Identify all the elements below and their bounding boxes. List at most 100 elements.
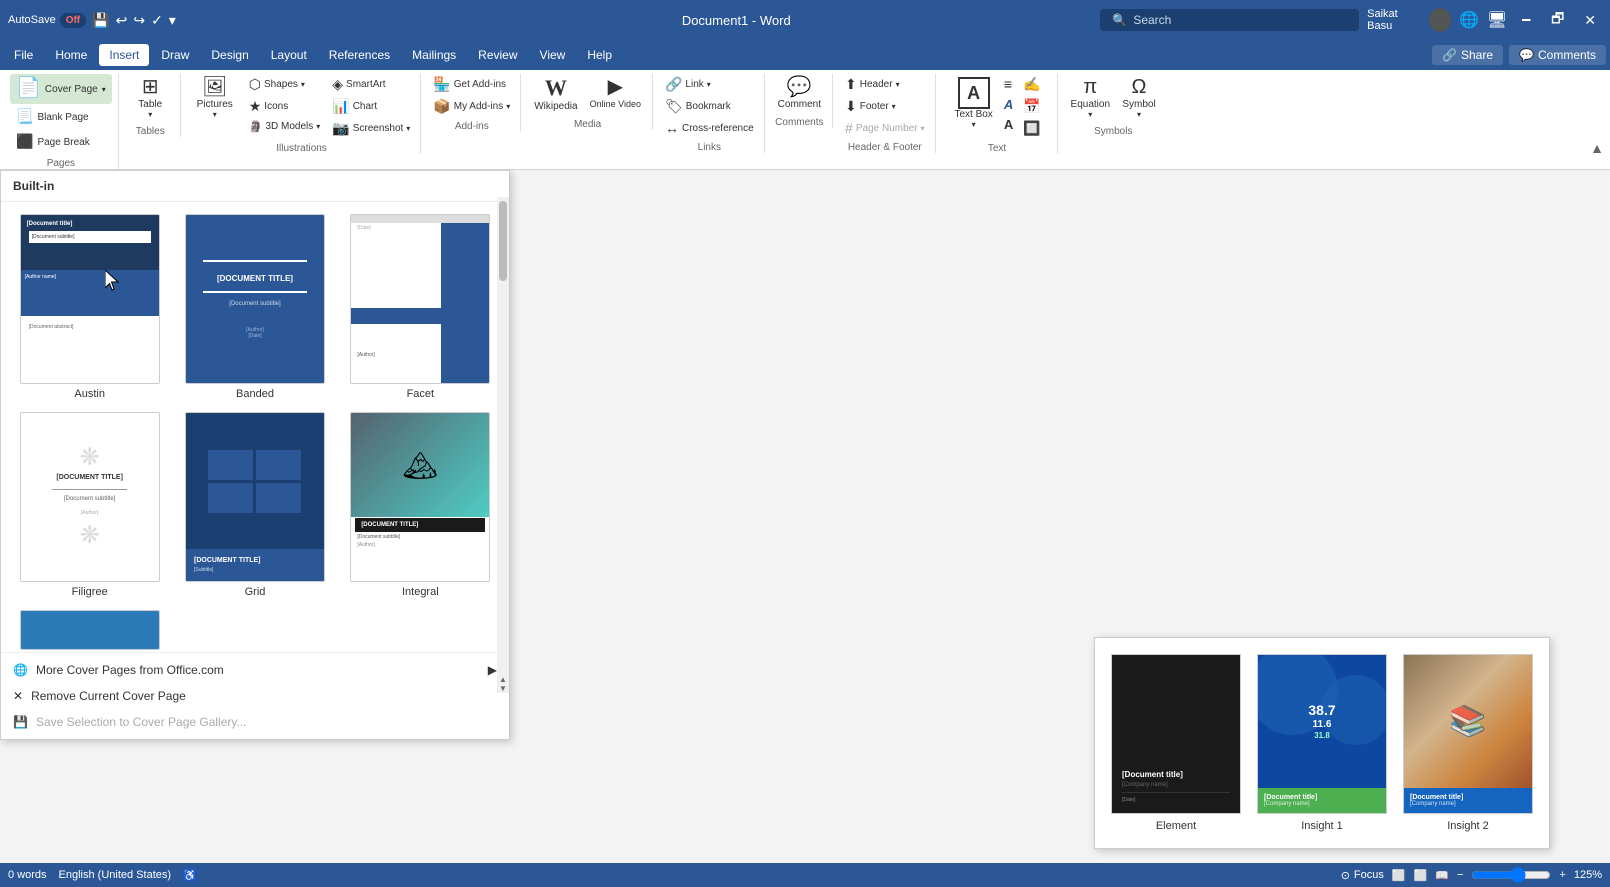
- ribbon-collapse-button[interactable]: ▲: [1588, 138, 1606, 158]
- cover-dropdown-scrollbar[interactable]: ▲ ▼: [497, 197, 509, 693]
- focus-button[interactable]: ⊙ Focus: [1341, 869, 1384, 882]
- scroll-down-icon[interactable]: ▼: [499, 684, 507, 693]
- header-button[interactable]: ⬆ Header ▾: [841, 74, 929, 95]
- zoom-slider[interactable]: [1471, 867, 1551, 883]
- monitor-icon[interactable]: 🖥: [1487, 10, 1507, 30]
- win-minimize[interactable]: 🗕: [1515, 8, 1537, 32]
- globe-icon[interactable]: 🌐: [1459, 10, 1479, 30]
- shapes-button[interactable]: ⬡ Shapes ▾: [245, 74, 325, 95]
- insight-item-insight1[interactable]: 38.7 11.6 31.8 [Document title] [Company…: [1257, 654, 1387, 832]
- table-button[interactable]: ⊞ Table ▾: [128, 74, 172, 122]
- bookmark-button[interactable]: 🏷 Bookmark: [661, 96, 758, 117]
- redo-icon[interactable]: ↪: [133, 12, 145, 29]
- cover-name-banded: Banded: [236, 388, 274, 400]
- more-icon[interactable]: ▾: [169, 12, 176, 29]
- cover-template-filigree[interactable]: ❋ [DOCUMENT TITLE] [Document subtitle] […: [13, 412, 166, 598]
- footer-button[interactable]: ⬇ Footer ▾: [841, 96, 929, 117]
- title-bar-center: Document1 - Word: [372, 13, 1100, 28]
- comment-button[interactable]: 💬 Comment: [773, 74, 826, 113]
- screenshot-button[interactable]: 📷 Screenshot ▾: [328, 118, 414, 139]
- smartart-button[interactable]: ◈ SmartArt: [328, 74, 414, 95]
- cover-template-integral[interactable]: 🏔 [DOCUMENT TITLE] [Document subtitle] […: [344, 412, 497, 598]
- view-print-icon[interactable]: ⬜: [1392, 869, 1406, 882]
- spellcheck-icon[interactable]: ✓: [151, 12, 163, 29]
- online-video-button[interactable]: ▶ Online Video: [585, 74, 646, 112]
- undo-icon[interactable]: ↩: [116, 12, 128, 29]
- cover-template-banded[interactable]: [DOCUMENT TITLE] [Document subtitle] [Au…: [178, 214, 331, 400]
- pictures-label: Pictures: [197, 99, 233, 110]
- view-reader-icon[interactable]: 📖: [1435, 869, 1449, 882]
- zoom-in-button[interactable]: +: [1559, 869, 1565, 881]
- text-box-button[interactable]: A Text Box ▾: [949, 74, 997, 132]
- cover-template-grid[interactable]: [DOCUMENT TITLE] [Subtitle] Grid: [178, 412, 331, 598]
- autosave-area[interactable]: AutoSave Off: [8, 13, 86, 28]
- dropcap-button[interactable]: A: [1000, 115, 1017, 134]
- object-button[interactable]: 🔲: [1019, 118, 1044, 139]
- search-placeholder: Search: [1133, 13, 1171, 27]
- menu-mailings[interactable]: Mailings: [402, 44, 466, 66]
- menu-help[interactable]: Help: [577, 44, 622, 66]
- menu-file[interactable]: File: [4, 44, 43, 66]
- menu-home[interactable]: Home: [45, 44, 97, 66]
- wikipedia-button[interactable]: W Wikipedia: [529, 74, 582, 115]
- page-break-button[interactable]: ⬛ Page Break: [10, 130, 112, 154]
- links-group-label: Links: [661, 142, 758, 153]
- more-covers-item[interactable]: 🌐 More Cover Pages from Office.com ▶: [1, 657, 509, 683]
- page-break-label: Page Break: [37, 137, 89, 148]
- remove-cover-item[interactable]: ✕ Remove Current Cover Page: [1, 683, 509, 709]
- blank-page-button[interactable]: 📃 Blank Page: [10, 105, 112, 129]
- view-web-icon[interactable]: ⬜: [1414, 869, 1428, 882]
- win-restore[interactable]: 🗗: [1545, 8, 1570, 32]
- icons-button[interactable]: ★ Icons: [245, 96, 325, 117]
- cover-template-facet[interactable]: [Document Title] [Author] [Date] Facet: [344, 214, 497, 400]
- menu-references[interactable]: References: [319, 44, 400, 66]
- menu-view[interactable]: View: [530, 44, 576, 66]
- page-number-icon: #: [845, 120, 853, 136]
- datetime-button[interactable]: 📅: [1019, 96, 1044, 117]
- cover-thumb-banded: [DOCUMENT TITLE] [Document subtitle] [Au…: [185, 214, 325, 384]
- cover-page-icon: 📄: [16, 78, 41, 98]
- save-cover-label: Save Selection to Cover Page Gallery...: [36, 715, 247, 729]
- menu-layout[interactable]: Layout: [261, 44, 317, 66]
- cover-template-ion[interactable]: [13, 610, 166, 650]
- equation-label: Equation: [1071, 99, 1110, 110]
- insight-item-element[interactable]: [Document title] [Company name] [Date] E…: [1111, 654, 1241, 832]
- page-number-button[interactable]: # Page Number ▾: [841, 118, 929, 138]
- cross-reference-button[interactable]: ↔ Cross-reference: [661, 118, 758, 138]
- cover-template-austin[interactable]: [Document title] [Document subtitle] [Au…: [13, 214, 166, 400]
- wordart-button[interactable]: A: [1000, 95, 1017, 114]
- comments-button[interactable]: 💬Comments: [1509, 45, 1606, 65]
- accessibility-icon[interactable]: ♿: [183, 869, 197, 882]
- link-button[interactable]: 🔗 Link ▾: [661, 74, 758, 95]
- 3d-models-button[interactable]: 🗿 3D Models ▾: [245, 118, 325, 135]
- autosave-toggle[interactable]: Off: [60, 13, 86, 28]
- menu-draw[interactable]: Draw: [151, 44, 199, 66]
- menu-insert[interactable]: Insert: [99, 44, 149, 66]
- cover-thumb-integral: 🏔 [DOCUMENT TITLE] [Document subtitle] […: [350, 412, 490, 582]
- save-icon[interactable]: 💾: [92, 12, 109, 29]
- my-addins-button[interactable]: 📦 My Add-ins ▾: [429, 96, 514, 117]
- zoom-out-button[interactable]: −: [1457, 869, 1463, 881]
- chart-button[interactable]: 📊 Chart: [328, 96, 414, 117]
- ribbon-group-symbols: π Equation ▾ Ω Symbol ▾ Symbols: [1060, 74, 1167, 137]
- win-close[interactable]: ✕: [1578, 12, 1602, 29]
- share-button[interactable]: 🔗Share: [1432, 45, 1503, 65]
- insight-item-insight2[interactable]: 📚 [Document title] [Company name] Insigh…: [1403, 654, 1533, 832]
- blank-page-icon: 📃: [16, 109, 33, 123]
- word-count: 0 words: [8, 869, 47, 881]
- get-addins-button[interactable]: 🏪 Get Add-ins: [429, 74, 514, 95]
- pictures-button[interactable]: 🖼 Pictures ▾: [189, 74, 241, 122]
- signature-button[interactable]: ✍: [1019, 74, 1044, 95]
- scroll-up-icon[interactable]: ▲: [499, 675, 507, 684]
- menu-review[interactable]: Review: [468, 44, 527, 66]
- menu-design[interactable]: Design: [201, 44, 258, 66]
- focus-icon: ⊙: [1341, 869, 1350, 882]
- symbol-button[interactable]: Ω Symbol ▾: [1117, 74, 1161, 122]
- equation-button[interactable]: π Equation ▾: [1066, 74, 1115, 122]
- ribbon-group-tables: ⊞ Table ▾ Tables: [121, 74, 181, 137]
- quick-parts-button[interactable]: ≡: [1000, 74, 1017, 94]
- title-search-bar[interactable]: 🔍 Search: [1100, 9, 1359, 31]
- cover-scrollbar-thumb[interactable]: [499, 201, 507, 281]
- cover-page-button[interactable]: 📄 Cover Page ▾: [10, 74, 112, 104]
- symbol-icon: Ω: [1132, 77, 1147, 97]
